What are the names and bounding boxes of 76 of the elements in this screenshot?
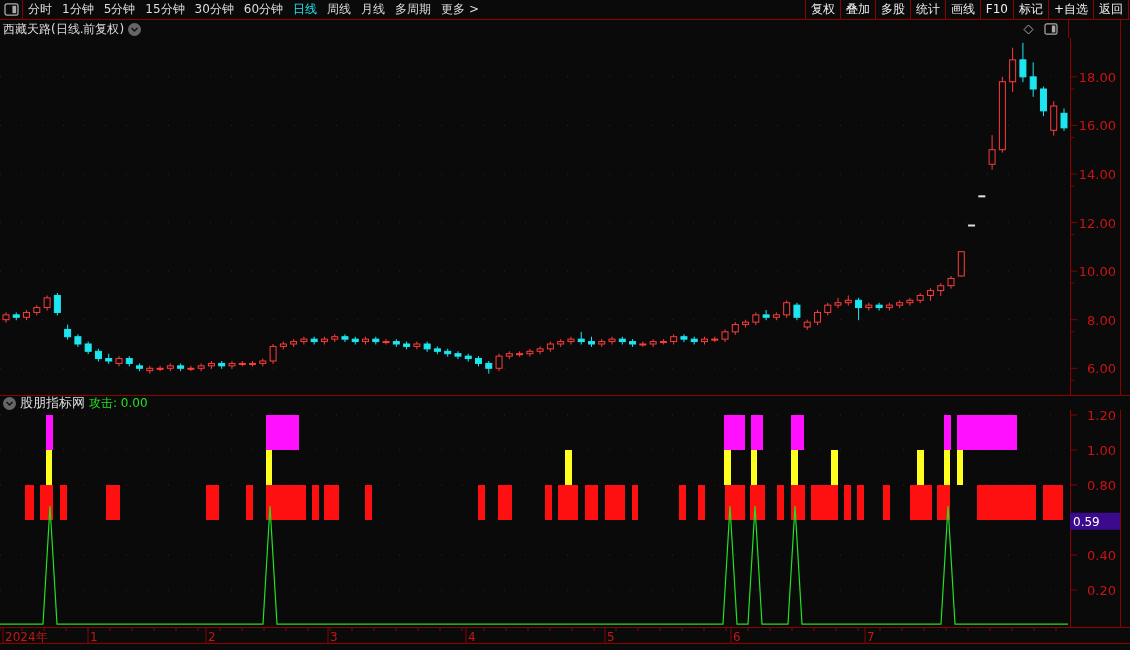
collapse-icon[interactable] (3, 396, 16, 410)
candlestick (1009, 47, 1017, 93)
toolbar-button[interactable]: 标记 (1012, 0, 1048, 19)
candlestick (1029, 61, 1037, 98)
chart-title: 西藏天路(日线.前复权) (3, 21, 125, 38)
period-tab[interactable]: 日线 (288, 0, 323, 19)
date-label: 1 (90, 630, 98, 644)
date-label: 5 (607, 630, 615, 644)
candlestick (382, 338, 390, 345)
indicator-readout: 攻击: 0.00 (89, 395, 148, 412)
candlestick (567, 336, 575, 345)
axis-label: 1.20 (1087, 410, 1116, 423)
candlestick (53, 292, 61, 316)
toolbar-button[interactable]: 多股 (874, 0, 910, 19)
toolbar-button[interactable]: 画线 (944, 0, 980, 19)
candlestick (454, 350, 462, 360)
toolbar-button[interactable]: 叠加 (839, 0, 875, 19)
toolbar-button[interactable]: +自选 (1047, 0, 1093, 19)
candlestick (187, 365, 195, 372)
price-label: 10.00 (1078, 264, 1116, 280)
period-tab[interactable]: 更多 > (436, 0, 484, 19)
price-label: 14.00 (1078, 167, 1116, 182)
candlestick (228, 360, 236, 370)
candlestick (906, 297, 914, 307)
candlestick (1039, 86, 1047, 117)
candlestick (875, 302, 883, 311)
axis-label: 1.00 (1087, 443, 1116, 458)
candlestick (536, 345, 544, 355)
toolbar-button[interactable]: 返回 (1093, 0, 1128, 19)
candlestick (341, 333, 349, 343)
date-label: 7 (867, 630, 875, 644)
axis-label: 0.20 (1087, 583, 1116, 598)
price-label: 16.00 (1078, 118, 1116, 134)
toolbar-button[interactable]: F10 (979, 0, 1013, 19)
date-label: 6 (733, 630, 741, 644)
candlestick (762, 309, 770, 321)
axis-label: 0.80 (1087, 478, 1116, 493)
diamond-icon[interactable] (1023, 23, 1034, 35)
period-tab[interactable]: 15分钟 (140, 0, 190, 19)
candlestick (988, 134, 996, 171)
date-label: 4 (468, 630, 476, 644)
candlestick (300, 336, 308, 345)
candlestick (1019, 42, 1027, 83)
period-tab[interactable]: 多周期 (390, 0, 437, 19)
price-label: 8.00 (1087, 312, 1116, 328)
candlestick (680, 333, 688, 343)
period-tab[interactable]: 周线 (322, 0, 357, 19)
toolbar-button[interactable]: 复权 (804, 0, 840, 19)
date-label: 3 (330, 630, 338, 644)
candlestick (156, 365, 164, 372)
period-tab[interactable]: 5分钟 (98, 0, 141, 19)
panel-icon[interactable] (1044, 23, 1058, 35)
price-label: 12.00 (1078, 215, 1116, 231)
period-tab[interactable]: 分时 (23, 0, 57, 19)
axis-label: 0.40 (1087, 548, 1116, 563)
period-tab[interactable]: 1分钟 (57, 0, 99, 19)
dropdown-icon[interactable] (128, 22, 142, 36)
value-marker: 0.59 (1070, 512, 1120, 530)
price-label: 18.00 (1078, 69, 1116, 85)
candlestick (1060, 107, 1068, 132)
period-tab[interactable]: 60分钟 (238, 0, 289, 19)
candlestick (608, 336, 616, 345)
price-label: 6.00 (1087, 361, 1116, 377)
toolbar-button[interactable]: 统计 (909, 0, 945, 19)
period-tab[interactable]: 30分钟 (189, 0, 239, 19)
panel-toggle-icon[interactable] (3, 3, 19, 16)
candlestick (855, 297, 863, 321)
indicator-name: 股朋指标网 (20, 394, 85, 413)
candlestick (2, 311, 10, 324)
candlestick (269, 343, 277, 365)
date-label: 2 (208, 630, 216, 644)
candlestick (834, 297, 842, 309)
candlestick (526, 348, 534, 358)
candlestick (649, 338, 657, 348)
period-tab[interactable]: 月线 (356, 0, 391, 19)
date-label: 2024年 (5, 630, 48, 644)
